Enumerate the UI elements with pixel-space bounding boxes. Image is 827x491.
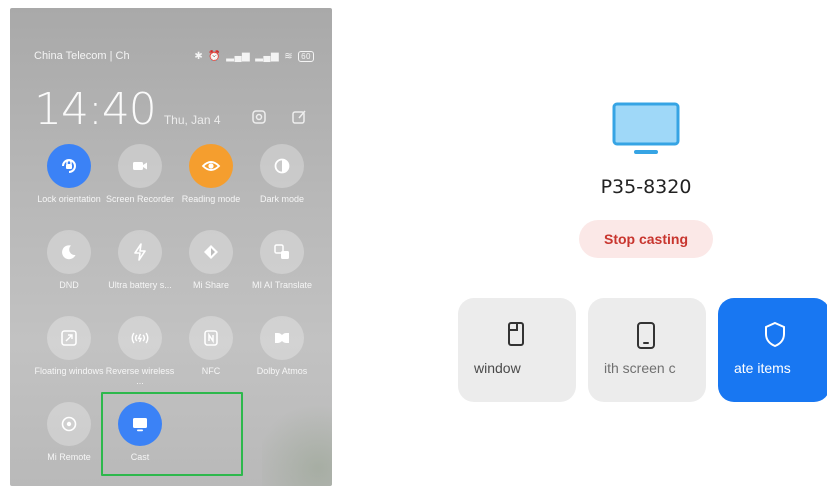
lightning-icon	[118, 230, 162, 274]
clock-time: 14:40	[34, 84, 157, 135]
device-name: P35-8320	[600, 176, 692, 198]
window-icon	[505, 320, 531, 350]
action-window-button[interactable]: window	[458, 298, 576, 402]
dolby-icon	[260, 316, 304, 360]
tile-label: Mi Share	[192, 280, 229, 290]
alarm-icon: ⏰	[208, 50, 222, 62]
signal-icon: ▂▄▆	[226, 50, 251, 62]
carrier-name: China Telecom | Ch	[34, 50, 130, 62]
clock-row: 14:40 Thu, Jan 4	[34, 84, 221, 135]
tile-screen-recorder[interactable]: Screen Recorder	[105, 144, 175, 214]
action-screen-button[interactable]: ith screen c	[588, 298, 706, 402]
wifi-icon: ≋	[284, 50, 294, 62]
remote-icon	[47, 402, 91, 446]
tile-label: Dark mode	[259, 194, 304, 204]
action-label: ate items	[734, 360, 791, 376]
tile-label: MI AI Translate	[251, 280, 313, 290]
tile-dnd[interactable]: DND	[34, 230, 104, 300]
tile-ultra-battery[interactable]: Ultra battery s...	[105, 230, 175, 300]
tile-lock-orientation[interactable]: Lock orientation	[34, 144, 104, 214]
tile-reverse-wireless[interactable]: Reverse wireless ...	[105, 316, 175, 386]
tile-label: Lock orientation	[37, 194, 101, 204]
contrast-icon	[260, 144, 304, 188]
moon-icon	[47, 230, 91, 274]
tile-label: Ultra battery s...	[108, 280, 172, 290]
tile-floating-windows[interactable]: Floating windows	[34, 316, 104, 386]
tile-label: Mi Remote	[47, 452, 91, 462]
clock-date: Thu, Jan 4	[163, 113, 221, 127]
lock-rotation-icon	[47, 144, 91, 188]
tile-label: Reverse wireless ...	[105, 366, 175, 386]
tile-label: Reading mode	[181, 194, 241, 204]
video-camera-icon	[118, 144, 162, 188]
shield-icon	[763, 320, 789, 350]
stop-casting-button[interactable]: Stop casting	[579, 220, 713, 258]
status-icons: ✱ ⏰ ▂▄▆ ▂▄▆ ≋ 60	[194, 50, 314, 62]
tile-label: Floating windows	[34, 366, 104, 376]
tile-dolby-atmos[interactable]: Dolby Atmos	[247, 316, 317, 386]
tile-mi-share[interactable]: Mi Share	[176, 230, 246, 300]
eye-icon	[189, 144, 233, 188]
floating-window-icon	[47, 316, 91, 360]
action-private-items-button[interactable]: ate items	[718, 298, 827, 402]
tile-label: Dolby Atmos	[256, 366, 308, 376]
monitor-icon	[612, 102, 680, 156]
settings-icon[interactable]	[250, 108, 268, 126]
action-label: window	[474, 360, 521, 376]
tile-mi-remote[interactable]: Mi Remote	[34, 402, 104, 472]
bluetooth-icon: ✱	[194, 50, 204, 62]
phone-screen-icon	[634, 320, 660, 350]
status-bar: China Telecom | Ch ✱ ⏰ ▂▄▆ ▂▄▆ ≋ 60	[34, 48, 314, 64]
edit-icon[interactable]	[290, 108, 308, 126]
tile-label: Screen Recorder	[105, 194, 175, 204]
mi-share-icon	[189, 230, 233, 274]
cast-highlight-box	[101, 392, 243, 476]
tile-label: DND	[59, 280, 79, 290]
nfc-icon	[189, 316, 233, 360]
tile-label: NFC	[201, 366, 221, 376]
tile-dark-mode[interactable]: Dark mode	[247, 144, 317, 214]
tile-reading-mode[interactable]: Reading mode	[176, 144, 246, 214]
tile-nfc[interactable]: NFC	[176, 316, 246, 386]
header-actions	[250, 108, 308, 126]
battery-icon: 60	[298, 50, 314, 62]
wireless-charging-icon	[118, 316, 162, 360]
translate-icon	[260, 230, 304, 274]
signal-icon: ▂▄▆	[255, 50, 280, 62]
tile-mi-ai-translate[interactable]: MI AI Translate	[247, 230, 317, 300]
action-label: ith screen c	[604, 360, 676, 376]
